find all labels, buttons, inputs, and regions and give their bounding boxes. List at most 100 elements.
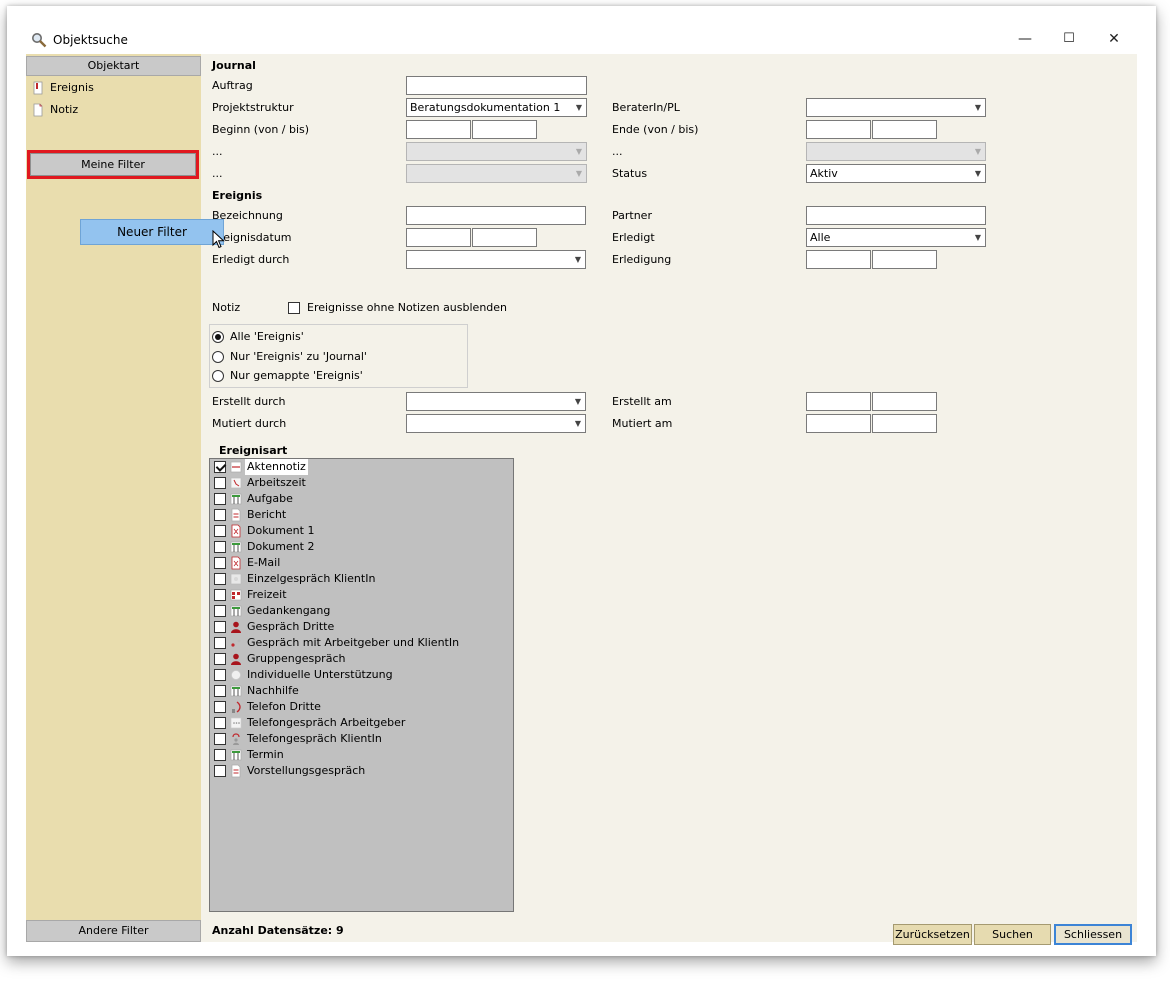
item-label: Individuelle Unterstützung: [247, 668, 393, 681]
berater-select[interactable]: ▼: [806, 98, 986, 117]
unnamed-field-label: ...: [612, 145, 623, 158]
item-checkbox[interactable]: [214, 717, 226, 729]
list-item[interactable]: Individuelle Unterstützung: [214, 667, 504, 683]
item-checkbox[interactable]: [214, 621, 226, 633]
item-checkbox[interactable]: [214, 557, 226, 569]
list-item[interactable]: Vorstellungsgespräch: [214, 763, 504, 779]
mutiert-durch-select[interactable]: ▼: [406, 414, 586, 433]
list-item[interactable]: Gespräch Dritte: [214, 619, 504, 635]
erstellt-durch-select[interactable]: ▼: [406, 392, 586, 411]
list-item[interactable]: E-Mail: [214, 555, 504, 571]
ereignisart-listbox[interactable]: Aktennotiz Arbeitszeit Aufgabe Bericht D…: [209, 458, 514, 912]
object-type-header[interactable]: Objektart: [26, 56, 201, 76]
other-filters-button[interactable]: Andere Filter: [26, 920, 201, 942]
item-checkbox[interactable]: [214, 573, 226, 585]
mutiert-am-from-input[interactable]: [806, 414, 871, 433]
erledigt-durch-select[interactable]: ▼: [406, 250, 586, 269]
item-checkbox[interactable]: [214, 589, 226, 601]
beginn-to-input[interactable]: [472, 120, 537, 139]
item-checkbox[interactable]: [214, 509, 226, 521]
item-checkbox[interactable]: [214, 461, 226, 473]
list-item[interactable]: Gedankengang: [214, 603, 504, 619]
list-item[interactable]: Telefongespräch Arbeitgeber: [214, 715, 504, 731]
list-item[interactable]: Gespräch mit Arbeitgeber und KlientIn: [214, 635, 504, 651]
close-button[interactable]: Schliessen: [1054, 924, 1132, 945]
status-value: Aktiv: [810, 167, 838, 180]
appointment-icon: [230, 749, 242, 761]
status-select[interactable]: Aktiv ▼: [806, 164, 986, 183]
list-item[interactable]: Telefongespräch KlientIn: [214, 731, 504, 747]
context-menu-new-filter[interactable]: Neuer Filter: [80, 219, 224, 245]
list-item[interactable]: Arbeitszeit: [214, 475, 504, 491]
window-title: Objektsuche: [53, 33, 128, 47]
object-type-item-notiz[interactable]: Notiz: [32, 101, 78, 119]
auftrag-input[interactable]: [406, 76, 587, 95]
list-item[interactable]: Aufgabe: [214, 491, 504, 507]
item-checkbox[interactable]: [214, 685, 226, 697]
ereignisdatum-from-input[interactable]: [406, 228, 471, 247]
mutiert-durch-label: Mutiert durch: [212, 417, 287, 430]
item-checkbox[interactable]: [214, 541, 226, 553]
tutoring-icon: [230, 685, 242, 697]
dropdown-arrow-icon: ▼: [575, 147, 582, 156]
erledigung-to-input[interactable]: [872, 250, 937, 269]
ende-from-input[interactable]: [806, 120, 871, 139]
item-checkbox[interactable]: [214, 525, 226, 537]
list-item[interactable]: Einzelgespräch KlientIn: [214, 571, 504, 587]
maximize-button[interactable]: ☐: [1054, 28, 1084, 50]
item-checkbox[interactable]: [214, 477, 226, 489]
item-checkbox[interactable]: [214, 749, 226, 761]
item-checkbox[interactable]: [214, 653, 226, 665]
document-icon: [231, 524, 241, 538]
minimize-button[interactable]: —: [1010, 28, 1040, 50]
my-filters-button[interactable]: Meine Filter: [30, 153, 196, 176]
object-type-item-ereignis[interactable]: Ereignis: [32, 79, 94, 97]
radio-all-ereignis[interactable]: [212, 331, 224, 343]
radio-gemappte-ereignis[interactable]: [212, 370, 224, 382]
list-item[interactable]: Nachhilfe: [214, 683, 504, 699]
item-checkbox[interactable]: [214, 493, 226, 505]
erledigt-select[interactable]: Alle ▼: [806, 228, 986, 247]
erstellt-am-to-input[interactable]: [872, 392, 937, 411]
item-checkbox[interactable]: [214, 701, 226, 713]
reset-button[interactable]: Zurücksetzen: [893, 924, 972, 945]
close-window-button[interactable]: ✕: [1099, 28, 1129, 50]
item-checkbox[interactable]: [214, 733, 226, 745]
partner-input[interactable]: [806, 206, 986, 225]
item-checkbox[interactable]: [214, 605, 226, 617]
beginn-from-input[interactable]: [406, 120, 471, 139]
list-item[interactable]: Aktennotiz: [214, 459, 504, 475]
ereignisdatum-to-input[interactable]: [472, 228, 537, 247]
erstellt-durch-label: Erstellt durch: [212, 395, 286, 408]
unnamed-field-label: ...: [212, 167, 223, 180]
dropdown-arrow-icon: ▼: [974, 103, 981, 112]
item-checkbox[interactable]: [214, 765, 226, 777]
erledigt-value: Alle: [810, 231, 831, 244]
ende-to-input[interactable]: [872, 120, 937, 139]
status-label: Status: [612, 167, 648, 180]
list-item[interactable]: Telefon Dritte: [214, 699, 504, 715]
clock-icon: [230, 477, 242, 489]
list-item[interactable]: Termin: [214, 747, 504, 763]
item-label: Aktennotiz: [245, 459, 308, 475]
list-item[interactable]: Dokument 1: [214, 523, 504, 539]
ende-label: Ende (von / bis): [612, 123, 699, 136]
bezeichnung-input[interactable]: [406, 206, 586, 225]
list-item[interactable]: Bericht: [214, 507, 504, 523]
list-item[interactable]: Freizeit: [214, 587, 504, 603]
item-checkbox[interactable]: [214, 637, 226, 649]
erledigung-from-input[interactable]: [806, 250, 871, 269]
list-item[interactable]: Dokument 2: [214, 539, 504, 555]
hide-without-notes-checkbox[interactable]: [288, 302, 300, 314]
mutiert-am-to-input[interactable]: [872, 414, 937, 433]
partner-label: Partner: [612, 209, 652, 222]
erstellt-am-from-input[interactable]: [806, 392, 871, 411]
search-button[interactable]: Suchen: [974, 924, 1051, 945]
dropdown-arrow-icon: ▼: [974, 169, 981, 178]
radio-ereignis-zu-journal[interactable]: [212, 351, 224, 363]
list-item[interactable]: Gruppengespräch: [214, 651, 504, 667]
dialog-body: Objektart Ereignis Notiz Meine Filter An…: [26, 54, 1137, 945]
item-checkbox[interactable]: [214, 669, 226, 681]
projektstruktur-select[interactable]: Beratungsdokumentation 1 ▼: [406, 98, 587, 117]
disabled-select: ▼: [406, 142, 587, 161]
